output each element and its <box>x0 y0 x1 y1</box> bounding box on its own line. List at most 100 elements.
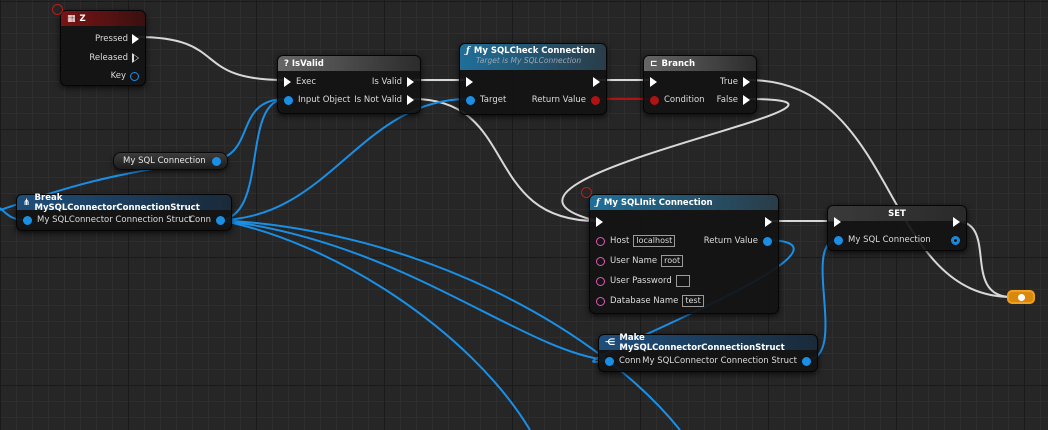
branch-exec-in-pin[interactable] <box>650 77 657 87</box>
make-struct-icon: ⋲ <box>605 337 616 348</box>
blueprint-graph-canvas[interactable]: ▦ Z Pressed Released Key ? IsValid Exec <box>0 0 1048 430</box>
user-password-row: User Password <box>596 274 690 288</box>
false-label: False <box>716 95 738 105</box>
break-struct-in-label: My SQLConnector Connection Struct <box>37 215 192 225</box>
is-valid-exec-pin[interactable] <box>407 77 414 87</box>
isvalid-header[interactable]: ? IsValid <box>278 56 420 71</box>
wire-notvalid-to-init[interactable] <box>412 98 598 222</box>
init-breakpoint-icon[interactable] <box>581 187 592 198</box>
key-z-event-title: Z <box>79 13 86 24</box>
false-exec-pin[interactable] <box>743 95 750 105</box>
key-label: Key <box>110 71 126 81</box>
make-conn-pin[interactable] <box>605 356 614 366</box>
key-z-event-header[interactable]: ▦ Z <box>61 11 145 26</box>
init-return-row: Return Value <box>704 234 772 248</box>
break-struct-in-row: My SQLConnector Connection Struct <box>23 213 192 227</box>
set-variable-node[interactable]: SET My SQL Connection <box>827 205 967 251</box>
input-object-row: Input Object <box>284 93 350 107</box>
true-exec-pin[interactable] <box>743 77 750 87</box>
database-name-field[interactable]: test <box>682 295 704 307</box>
is-not-valid-exec-pin[interactable] <box>407 95 414 105</box>
user-name-pin[interactable] <box>596 256 605 266</box>
check-exec-out-pin[interactable] <box>593 77 600 87</box>
make-struct-header[interactable]: ⋲ Make MySQLConnectorConnectionStruct <box>599 333 817 353</box>
user-password-field[interactable] <box>675 275 690 287</box>
user-password-label: User Password <box>610 276 672 286</box>
init-return-label: Return Value <box>703 236 758 246</box>
break-struct-in-pin[interactable] <box>23 215 32 225</box>
branch-node[interactable]: ⊏ Branch True Condition False <box>643 55 757 114</box>
reroute-pin[interactable] <box>1017 293 1025 301</box>
break-struct-header[interactable]: ⋔ Break MySQLConnectorConnectionStruct <box>17 193 231 213</box>
mysql-connection-variable-node[interactable]: My SQL Connection <box>113 152 228 170</box>
database-name-label: Database Name <box>610 296 679 306</box>
set-title: SET <box>888 208 906 219</box>
wire-conn-to-target[interactable] <box>217 98 469 221</box>
key-struct-pin[interactable] <box>130 71 139 81</box>
check-return-row: Return Value <box>532 93 600 107</box>
target-pin[interactable] <box>466 95 475 105</box>
pressed-pin-row: Pressed <box>95 32 139 46</box>
target-row: Target <box>466 93 506 107</box>
host-field[interactable]: localhost <box>633 235 676 247</box>
break-conn-row: Conn <box>189 213 225 227</box>
wire-conn-to-down[interactable] <box>217 219 531 430</box>
set-value-out-row <box>951 233 960 247</box>
branch-header[interactable]: ⊏ Branch <box>644 56 756 71</box>
check-connection-subtitle: Target is My SQLConnection <box>476 56 582 65</box>
set-value-out-pin[interactable] <box>951 235 960 245</box>
pressed-label: Pressed <box>95 34 128 44</box>
check-exec-in-pin[interactable] <box>466 77 473 87</box>
database-name-row: Database Name test <box>596 294 704 308</box>
check-connection-header[interactable]: ƒ My SQLCheck Connection Target is My SQ… <box>460 44 606 70</box>
host-label: Host <box>610 236 630 246</box>
init-return-pin[interactable] <box>763 236 772 246</box>
init-exec-in-pin[interactable] <box>596 217 603 227</box>
check-exec-out-row <box>593 75 600 89</box>
break-conn-pin[interactable] <box>216 215 225 225</box>
mysql-connection-variable-pin[interactable] <box>211 156 221 166</box>
break-struct-node[interactable]: ⋔ Break MySQLConnectorConnectionStruct M… <box>16 193 232 231</box>
set-exec-out-pin[interactable] <box>953 217 960 227</box>
user-name-row: User Name root <box>596 254 684 268</box>
branch-icon: ⊏ <box>650 58 658 69</box>
exec-label: Exec <box>296 77 317 87</box>
wire-true-to-reroute[interactable] <box>747 79 1013 298</box>
set-exec-in-pin[interactable] <box>834 217 841 227</box>
false-row: False <box>717 93 750 107</box>
isvalid-node[interactable]: ? IsValid Exec Is Valid Input Object Is … <box>277 55 421 114</box>
pressed-exec-pin[interactable] <box>132 34 139 44</box>
reroute-node[interactable] <box>1007 290 1035 304</box>
make-struct-node[interactable]: ⋲ Make MySQLConnectorConnectionStruct Co… <box>598 333 818 372</box>
mysql-init-connection-node[interactable]: ƒ My SQLInit Connection Host localhost R… <box>589 194 779 314</box>
init-exec-out-pin[interactable] <box>765 217 772 227</box>
database-name-pin[interactable] <box>596 296 605 306</box>
make-struct-out-pin[interactable] <box>802 356 811 366</box>
set-header[interactable]: SET <box>828 206 966 221</box>
init-connection-header[interactable]: ƒ My SQLInit Connection <box>590 195 778 210</box>
host-pin[interactable] <box>596 236 605 246</box>
mysql-check-connection-node[interactable]: ƒ My SQLCheck Connection Target is My SQ… <box>459 43 607 115</box>
true-label: True <box>719 77 738 87</box>
init-exec-in-row <box>596 215 603 229</box>
input-object-pin[interactable] <box>284 95 293 105</box>
isvalid-out-row: Is Valid <box>372 75 414 89</box>
user-password-pin[interactable] <box>596 276 605 286</box>
init-function-icon: ƒ <box>596 197 600 208</box>
isvalid-exec-in-pin[interactable] <box>284 77 291 87</box>
condition-pin[interactable] <box>650 95 659 105</box>
is-valid-label: Is Valid <box>371 77 402 87</box>
init-connection-title: My SQLInit Connection <box>603 197 713 208</box>
condition-label: Condition <box>664 95 705 105</box>
wire-conn-to-make[interactable] <box>217 219 607 361</box>
breakpoint-icon[interactable] <box>52 4 63 15</box>
key-z-event-node[interactable]: ▦ Z Pressed Released Key <box>60 10 146 86</box>
branch-title: Branch <box>661 58 696 69</box>
set-value-in-pin[interactable] <box>834 235 843 245</box>
is-not-valid-row: Is Not Valid <box>354 93 414 107</box>
wire-pressed-to-isvalid[interactable] <box>136 36 285 81</box>
set-exec-in-row <box>834 215 841 229</box>
check-return-bool-pin[interactable] <box>591 95 600 105</box>
user-name-field[interactable]: root <box>661 255 684 267</box>
input-object-label: Input Object <box>298 95 351 105</box>
